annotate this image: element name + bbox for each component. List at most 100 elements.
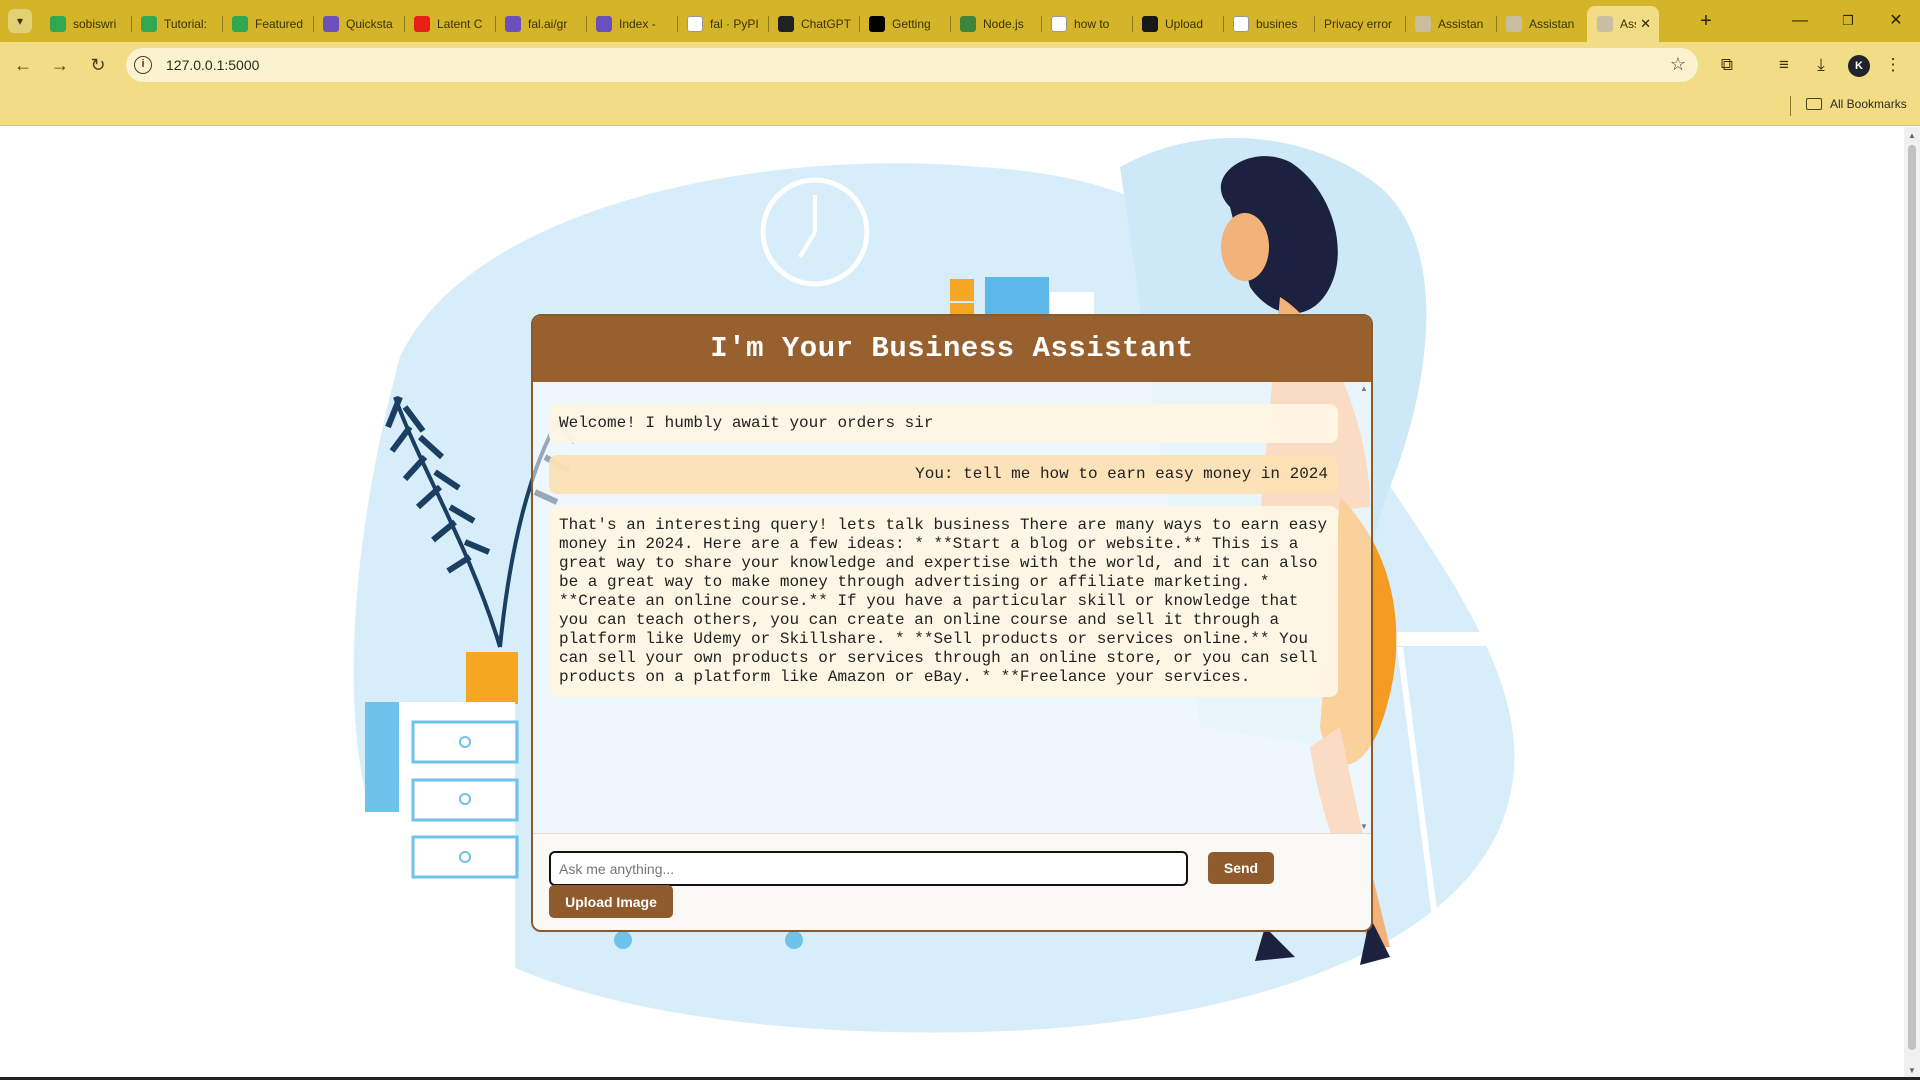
page-scroll-up-icon[interactable]: ▲ [1908,131,1916,140]
browser-tab[interactable]: ChatGPT [768,6,859,42]
bookmark-star-icon[interactable]: ☆ [1670,54,1686,75]
bookmarks-divider [1790,96,1791,116]
back-icon[interactable]: ← [9,51,37,79]
new-tab-icon[interactable]: + [1693,8,1719,34]
bookmarks-bar: All Bookmarks [0,88,1920,126]
openai-icon [778,16,794,32]
browser-tab[interactable]: fal.ai/gr [495,6,586,42]
page-viewport: I'm Your Business Assistant Welcome! I h… [0,127,1904,1077]
globe-icon [1597,16,1613,32]
tab-active[interactable]: Ass ✕ [1587,6,1659,42]
browser-tab[interactable]: Index - [586,6,677,42]
tab-title: Index - [619,17,656,31]
chat-input[interactable] [549,851,1188,886]
browser-tab[interactable]: Assistan [1496,6,1587,42]
tab-title: Getting [892,17,931,31]
page-scroll-down-icon[interactable]: ▼ [1908,1066,1916,1075]
google-icon [1051,16,1067,32]
tab-title: Assistan [1529,17,1575,31]
page-scrollbar[interactable]: ▲ ▼ [1904,127,1920,1077]
browser-tab-strip: ▾ sobiswri Tutorial: Featured Quicksta Laten… [0,0,1920,42]
scroll-down-icon[interactable]: ▼ [1360,822,1368,831]
green-page-icon [141,16,157,32]
chat-title: I'm Your Business Assistant [533,316,1371,382]
minimize-icon[interactable]: — [1776,0,1824,42]
page-scroll-thumb[interactable] [1908,145,1916,1050]
extensions-icon[interactable]: ⧉ [1713,51,1741,79]
tab-title: ChatGPT [801,17,851,31]
tab-title: Upload [1165,17,1204,31]
restore-icon[interactable]: ❐ [1824,0,1872,42]
browser-tab[interactable]: Upload [1132,6,1223,42]
tab-title: Tutorial: [164,17,207,31]
site-info-icon[interactable]: i [134,56,152,74]
send-button[interactable]: Send [1208,852,1274,884]
close-tab-icon[interactable]: ✕ [1640,16,1651,32]
browser-tab[interactable]: fal · PyPI [677,6,768,42]
reload-icon[interactable]: ↻ [84,51,112,79]
tab-title: Privacy error [1324,17,1393,31]
browser-tab[interactable]: Featured [222,6,313,42]
purple-grid-icon [323,16,339,32]
github-icon [1142,16,1158,32]
green-page-icon [50,16,66,32]
browser-toolbar: ← → ↻ i 127.0.0.1:5000 ☆ ⧉ ≡ ⤓ ⋮ [0,42,1920,88]
browser-tab[interactable]: Getting [859,6,950,42]
tab-title: Quicksta [346,17,393,31]
google-icon [1233,16,1249,32]
pypi-icon [687,16,703,32]
tab-title: fal · PyPI [710,17,759,31]
tab-search-icon[interactable]: ▾ [8,9,32,33]
browser-tab[interactable]: how to [1041,6,1132,42]
tab-list: sobiswri Tutorial: Featured Quicksta Latent … [40,6,1659,42]
floor-dot [785,931,803,949]
tab-title: how to [1074,17,1110,31]
profile-avatar[interactable]: K [1848,55,1870,77]
user-message: You: tell me how to earn easy money in 2… [549,455,1338,494]
tab-title: Ass [1620,17,1636,31]
nodejs-icon [960,16,976,32]
url-text: 127.0.0.1:5000 [166,57,260,73]
chat-widget: I'm Your Business Assistant Welcome! I h… [531,314,1373,932]
browser-tab[interactable]: busines [1223,6,1314,42]
scroll-up-icon[interactable]: ▲ [1360,384,1368,393]
globe-icon [1506,16,1522,32]
assistant-message: Welcome! I humbly await your orders sir [549,404,1338,443]
drawer-cabinet-illustration [365,702,519,1002]
media-controls-icon[interactable]: ≡ [1770,51,1798,79]
tab-title: Assistan [1438,17,1484,31]
tab-title: Latent C [437,17,483,31]
chat-scrollbar[interactable]: ▲ ▼ [1359,384,1369,831]
tab-title: sobiswri [73,17,117,31]
browser-tab[interactable]: Node.js [950,6,1041,42]
upload-image-button[interactable]: Upload Image [549,885,673,918]
all-bookmarks-button[interactable]: All Bookmarks [1806,97,1907,111]
tab-title: Node.js [983,17,1024,31]
browser-tab[interactable]: Tutorial: [131,6,222,42]
chat-log[interactable]: Welcome! I humbly await your orders sir Y… [533,382,1371,833]
downloads-icon[interactable]: ⤓ [1807,51,1835,79]
youtube-icon [414,16,430,32]
tab-title: busines [1256,17,1298,31]
browser-tab[interactable]: Quicksta [313,6,404,42]
browser-tab[interactable]: sobiswri [40,6,131,42]
all-bookmarks-label: All Bookmarks [1830,97,1907,111]
chat-input-area: Send Upload Image [533,833,1371,930]
menu-icon[interactable]: ⋮ [1879,51,1907,79]
address-bar[interactable]: i 127.0.0.1:5000 ☆ [126,48,1698,82]
forward-icon[interactable]: → [46,51,74,79]
close-window-icon[interactable]: ✕ [1872,0,1920,42]
tab-title: fal.ai/gr [528,17,568,31]
purple-grid-icon [596,16,612,32]
floor-dot [614,931,632,949]
browser-tab[interactable]: Privacy error [1314,6,1405,42]
green-page-icon [232,16,248,32]
globe-icon [1415,16,1431,32]
assistant-message: That's an interesting query! lets talk b… [549,506,1338,697]
tab-title: Featured [255,17,304,31]
purple-grid-icon [505,16,521,32]
browser-tab[interactable]: Assistan [1405,6,1496,42]
folder-icon [1806,98,1822,110]
browser-tab[interactable]: Latent C [404,6,495,42]
nextjs-icon [869,16,885,32]
